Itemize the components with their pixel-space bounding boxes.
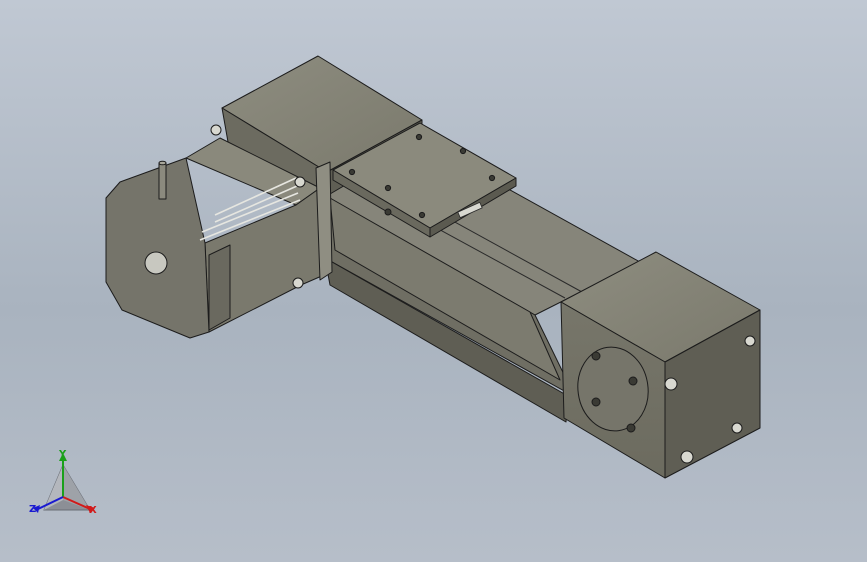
motor-shaft [158, 162, 167, 200]
linear-actuator-model[interactable] [0, 0, 867, 562]
cad-graphics-viewport[interactable]: Y Z X [0, 0, 867, 562]
axis-x-label: X [89, 505, 97, 516]
motor-shaft-bore [144, 251, 168, 275]
axis-y-label: Y [59, 449, 67, 460]
front-end-block [560, 251, 761, 479]
axis-z-label: Z [29, 504, 37, 515]
